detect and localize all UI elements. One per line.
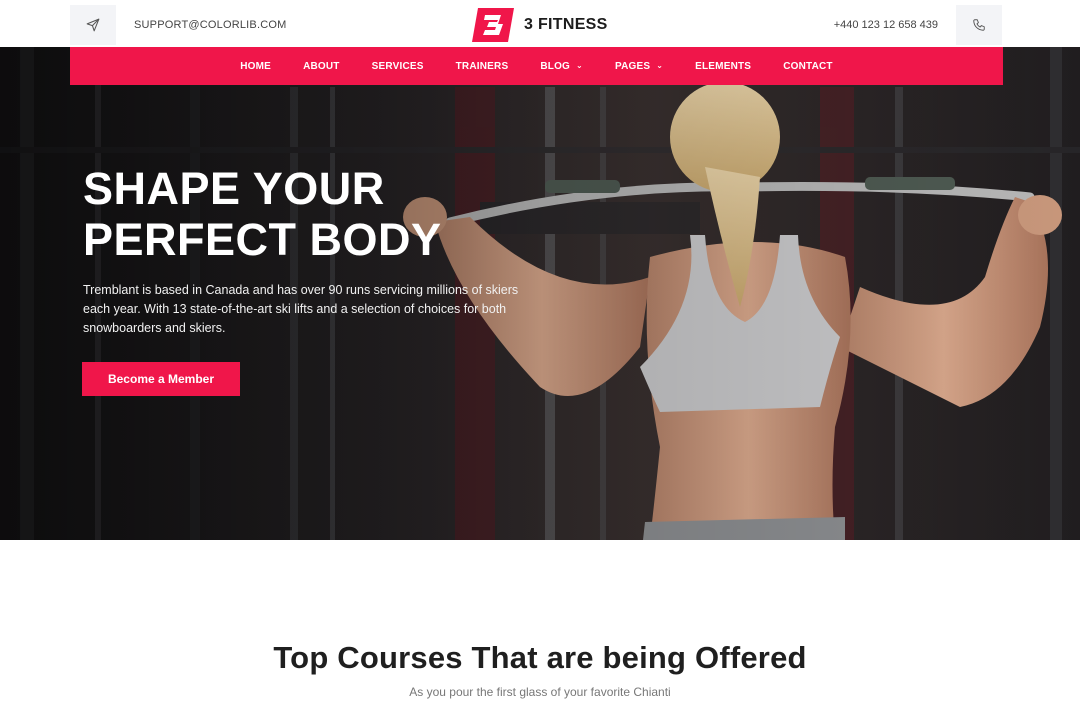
nav-item-services[interactable]: SERVICES bbox=[372, 61, 424, 72]
logo-icon bbox=[472, 8, 514, 42]
nav-label: ELEMENTS bbox=[695, 60, 752, 72]
support-email[interactable]: SUPPORT@COLORLIB.COM bbox=[134, 19, 287, 31]
nav-label: PAGES bbox=[614, 60, 651, 72]
main-navigation: HOME ABOUT SERVICES TRAINERS BLOG ⌄ PAGES… bbox=[70, 47, 1003, 85]
brand-name: 3 FITNESS bbox=[524, 16, 608, 33]
hero-title-line1: SHAPE YOUR bbox=[83, 163, 385, 214]
nav-label: TRAINERS bbox=[455, 60, 509, 72]
courses-subtitle: As you pour the first glass of your favo… bbox=[409, 685, 671, 699]
nav-item-blog[interactable]: BLOG ⌄ bbox=[540, 61, 583, 72]
nav-item-trainers[interactable]: TRAINERS bbox=[456, 61, 509, 72]
hero-content: SHAPE YOUR PERFECT BODY Tremblant is bas… bbox=[83, 163, 533, 338]
nav-label: CONTACT bbox=[783, 60, 833, 72]
nav-label: BLOG bbox=[540, 60, 571, 72]
nav-label: SERVICES bbox=[371, 60, 424, 72]
hero-title-line2: PERFECT BODY bbox=[83, 214, 442, 265]
chevron-down-icon: ⌄ bbox=[576, 61, 583, 70]
nav-label: HOME bbox=[240, 60, 272, 72]
brand-logo[interactable]: 3 FITNESS bbox=[472, 8, 608, 42]
phone-icon-box[interactable] bbox=[956, 5, 1002, 45]
phone-number[interactable]: +440 123 12 658 439 bbox=[834, 19, 938, 31]
nav-label: ABOUT bbox=[303, 60, 340, 72]
nav-item-contact[interactable]: CONTACT bbox=[783, 61, 833, 72]
top-bar: SUPPORT@COLORLIB.COM 3 FITNESS +440 123 … bbox=[0, 0, 1080, 47]
paper-plane-icon bbox=[86, 18, 100, 32]
nav-item-pages[interactable]: PAGES ⌄ bbox=[615, 61, 663, 72]
courses-title: Top Courses That are being Offered bbox=[273, 640, 807, 675]
nav-item-elements[interactable]: ELEMENTS bbox=[695, 61, 751, 72]
nav-item-home[interactable]: HOME bbox=[240, 61, 271, 72]
email-icon-box[interactable] bbox=[70, 5, 116, 45]
become-member-button[interactable]: Become a Member bbox=[82, 362, 240, 396]
phone-icon bbox=[973, 19, 985, 31]
hero-title: SHAPE YOUR PERFECT BODY bbox=[83, 163, 533, 265]
nav-item-about[interactable]: ABOUT bbox=[303, 61, 340, 72]
hero-description: Tremblant is based in Canada and has ove… bbox=[83, 283, 519, 335]
chevron-down-icon: ⌄ bbox=[656, 61, 664, 70]
